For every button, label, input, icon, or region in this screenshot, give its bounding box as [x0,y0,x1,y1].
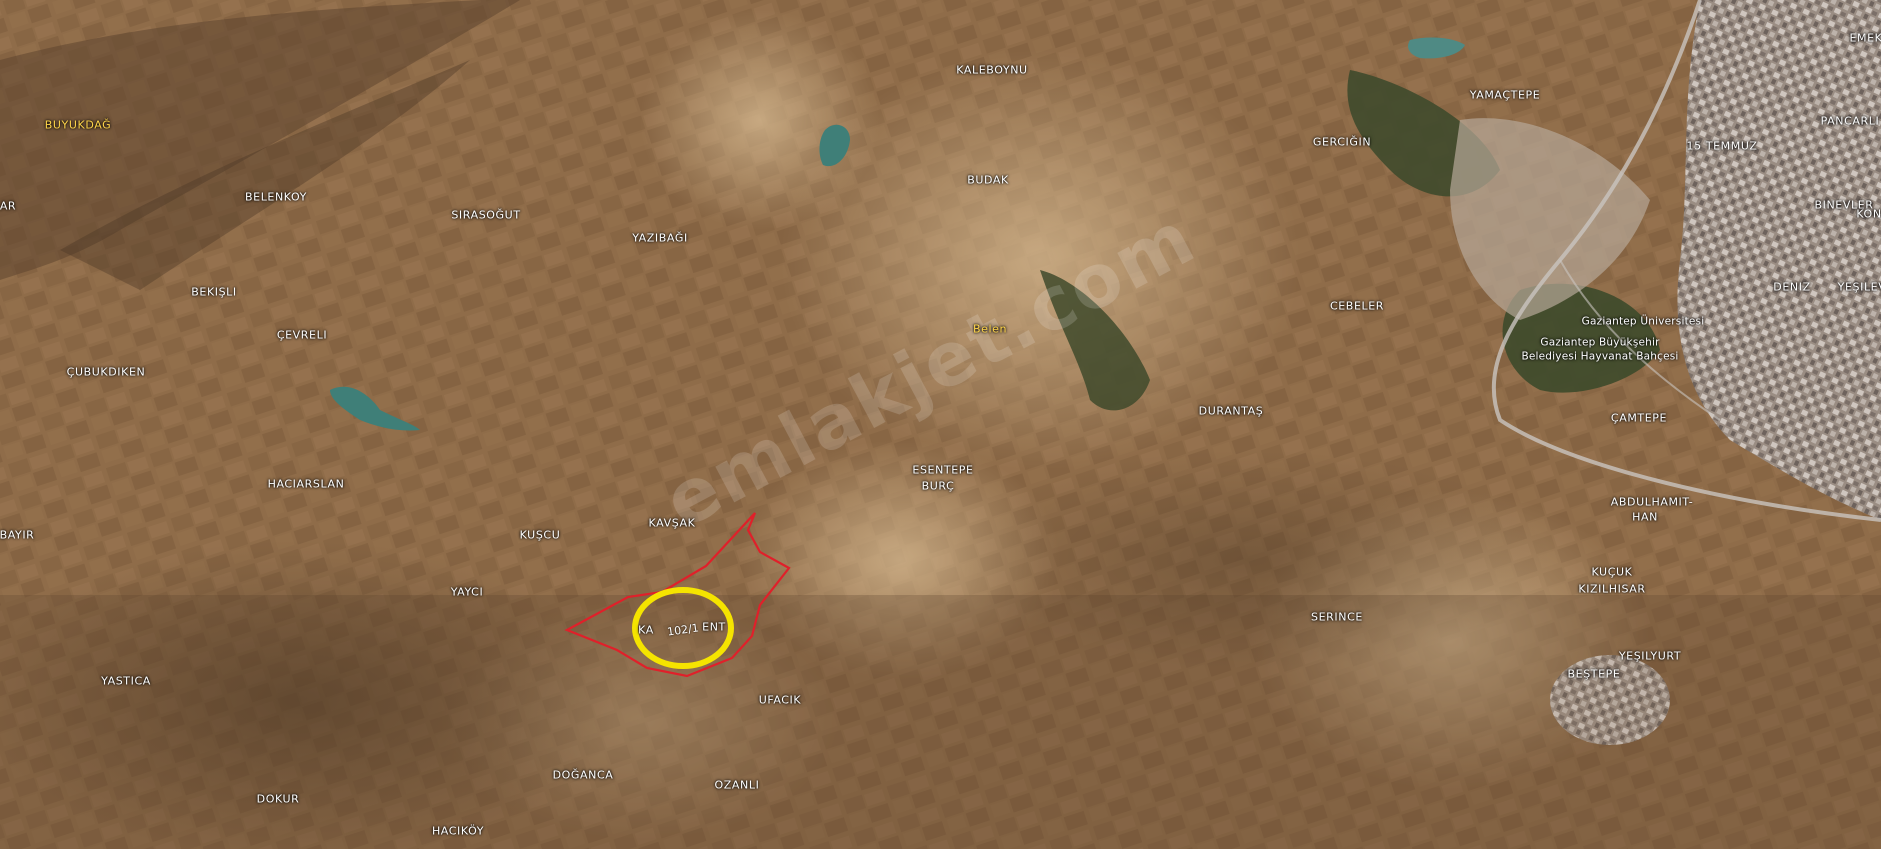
satellite-map[interactable]: emlakjet.com BUYUKDAĞ KALEBOYNU YAMAÇTEP… [0,0,1881,849]
parcel-overlay [564,512,791,678]
parcel-boundary[interactable] [564,512,791,678]
place-label: ENT [702,620,726,634]
place-label: KA [638,623,654,637]
